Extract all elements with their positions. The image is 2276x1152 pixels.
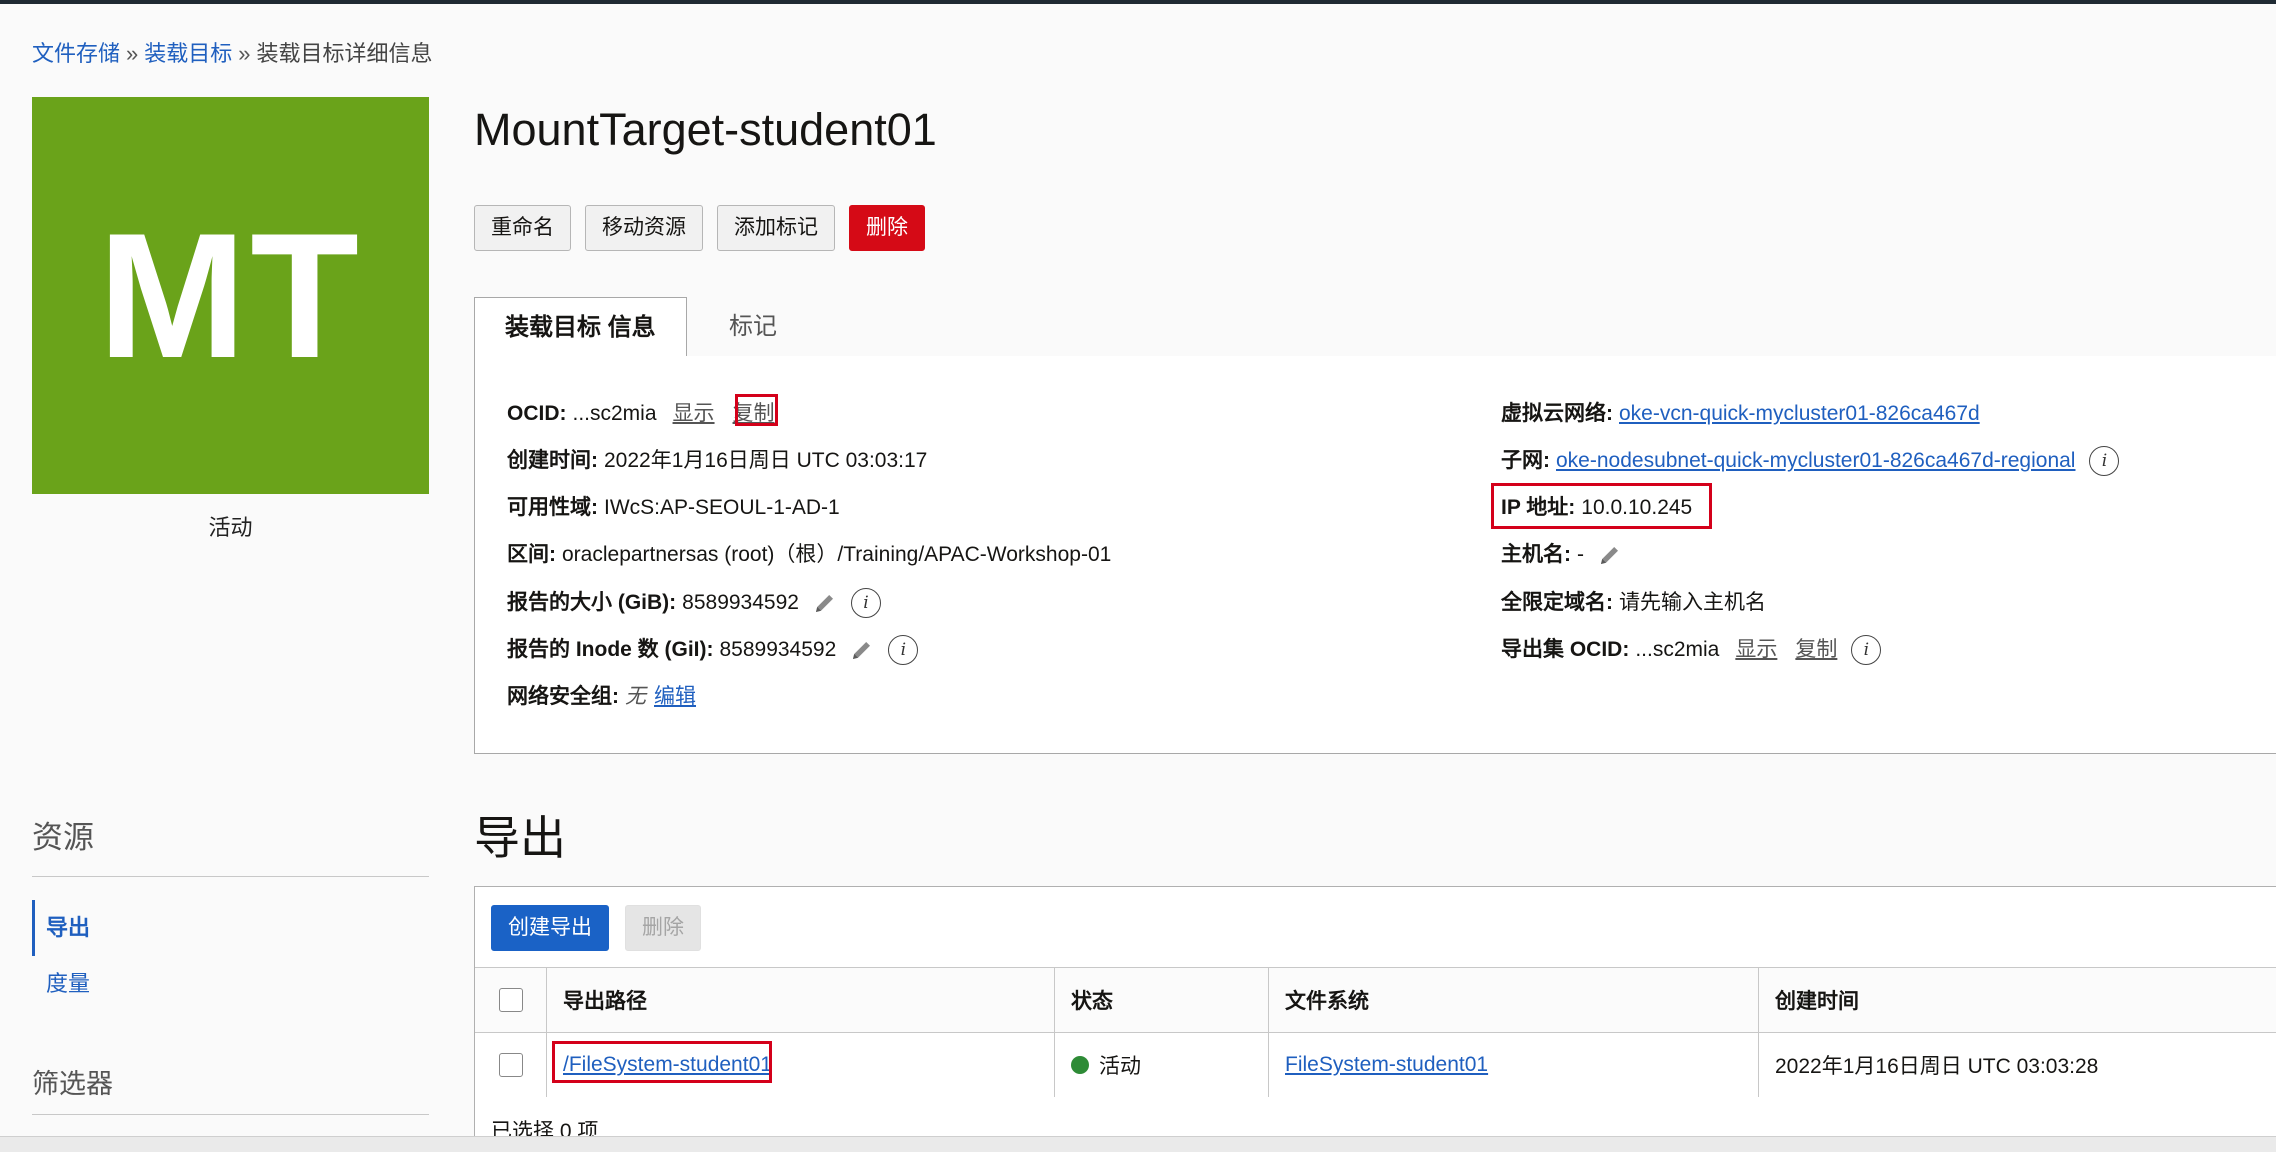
exports-title: 导出	[474, 812, 566, 864]
create-export-button[interactable]: 创建导出	[491, 905, 609, 951]
export-set-row: 导出集 OCID: ...sc2mia 显示 复制 i	[1501, 635, 1882, 665]
highlight-box	[1491, 483, 1712, 529]
created-row: 创建时间: 2022年1月16日周日 UTC 03:03:17	[507, 446, 927, 476]
top-bar	[0, 0, 2276, 4]
exports-panel: 创建导出 删除 导出路径 状态 文件系统 创建时间 /FileSystem-st…	[474, 886, 2276, 1152]
column-header-created[interactable]: 创建时间	[1759, 968, 2276, 1032]
status-text: 活动	[1099, 1055, 1141, 1078]
hostname-label: 主机名:	[1501, 543, 1571, 566]
compartment-value: oraclepartnersas (root)（根）/Training/APAC…	[562, 543, 1112, 566]
fqdn-label: 全限定域名:	[1501, 591, 1613, 614]
filters-title: 筛选器	[32, 1069, 113, 1099]
breadcrumb-separator: »	[126, 41, 139, 66]
created-value: 2022年1月16日周日 UTC 03:03:17	[604, 449, 928, 472]
badge-initials: MT	[97, 196, 363, 395]
tab-tags[interactable]: 标记	[699, 297, 807, 358]
export-set-show-link[interactable]: 显示	[1735, 635, 1777, 665]
size-label: 报告的大小 (GiB):	[507, 591, 677, 614]
status-cell: 活动	[1055, 1033, 1269, 1097]
hostname-value: -	[1577, 543, 1584, 566]
export-set-value: ...sc2mia	[1635, 638, 1720, 661]
edit-pencil-icon[interactable]	[850, 638, 874, 662]
status-dot-icon	[1071, 1056, 1089, 1074]
tab-mount-target-info[interactable]: 装载目标 信息	[474, 297, 687, 358]
action-bar: 重命名 移动资源 添加标记 删除	[474, 205, 925, 251]
info-icon[interactable]: i	[1851, 635, 1882, 665]
page-title: MountTarget-student01	[474, 104, 937, 155]
breadcrumb-file-storage[interactable]: 文件存储	[32, 41, 120, 66]
inode-row: 报告的 Inode 数 (GiI): 8589934592 i	[507, 635, 919, 665]
column-header-export-path[interactable]: 导出路径	[547, 968, 1055, 1032]
resources-nav: 导出 度量	[32, 900, 429, 1012]
fqdn-row: 全限定域名: 请先输入主机名	[1501, 588, 1766, 618]
file-system-link[interactable]: FileSystem-student01	[1285, 1053, 1488, 1077]
size-row: 报告的大小 (GiB): 8589934592 i	[507, 588, 881, 618]
vcn-row: 虚拟云网络: oke-vcn-quick-mycluster01-826ca46…	[1501, 399, 1980, 429]
ad-row: 可用性域: IWcS:AP-SEOUL-1-AD-1	[507, 493, 840, 523]
vcn-link[interactable]: oke-vcn-quick-mycluster01-826ca467d	[1619, 399, 1980, 429]
info-icon[interactable]: i	[888, 635, 919, 665]
ad-value: IWcS:AP-SEOUL-1-AD-1	[604, 496, 840, 519]
row-checkbox[interactable]	[498, 1053, 523, 1077]
column-header-status[interactable]: 状态	[1055, 968, 1269, 1032]
info-icon[interactable]: i	[850, 588, 881, 618]
select-all-cell	[475, 968, 547, 1032]
subnet-label: 子网:	[1501, 449, 1550, 472]
breadcrumb-current: 装载目标详细信息	[256, 41, 433, 66]
move-resource-button[interactable]: 移动资源	[585, 205, 703, 251]
highlight-box	[735, 394, 778, 426]
size-value: 8589934592	[682, 591, 799, 614]
created-label: 创建时间:	[507, 449, 598, 472]
breadcrumb-mount-targets[interactable]: 装载目标	[144, 41, 232, 66]
file-system-cell: FileSystem-student01	[1269, 1033, 1759, 1097]
compartment-label: 区间:	[507, 543, 556, 566]
vcn-label: 虚拟云网络:	[1501, 402, 1613, 425]
ocid-label: OCID:	[507, 402, 567, 425]
export-set-copy-link[interactable]: 复制	[1795, 635, 1837, 665]
ocid-value: ...sc2mia	[572, 402, 657, 425]
info-icon[interactable]: i	[2089, 446, 2120, 476]
edit-pencil-icon[interactable]	[813, 591, 837, 615]
divider	[32, 876, 429, 877]
created-cell: 2022年1月16日周日 UTC 03:03:28	[1775, 1055, 2099, 1078]
inode-label: 报告的 Inode 数 (GiI):	[507, 638, 714, 661]
divider	[32, 1114, 429, 1115]
breadcrumb: 文件存储» 装载目标» 装载目标详细信息	[32, 36, 433, 68]
exports-toolbar: 创建导出 删除	[491, 905, 701, 951]
bottom-bar	[0, 1136, 2276, 1152]
fqdn-value: 请先输入主机名	[1619, 591, 1766, 614]
add-tags-button[interactable]: 添加标记	[717, 205, 835, 251]
export-set-label: 导出集 OCID:	[1501, 638, 1630, 661]
row-select-cell	[475, 1033, 547, 1097]
ad-label: 可用性域:	[507, 496, 598, 519]
nsg-row: 网络安全组: 无 编辑	[507, 682, 696, 712]
resource-badge: MT	[32, 97, 429, 494]
highlight-box	[552, 1041, 772, 1083]
subnet-link[interactable]: oke-nodesubnet-quick-mycluster01-826ca46…	[1556, 446, 2075, 476]
ocid-show-link[interactable]: 显示	[673, 399, 715, 429]
breadcrumb-separator: »	[238, 41, 251, 66]
subnet-row: 子网: oke-nodesubnet-quick-mycluster01-826…	[1501, 446, 2120, 476]
table-header-row: 导出路径 状态 文件系统 创建时间	[475, 967, 2276, 1032]
inode-value: 8589934592	[719, 638, 837, 661]
delete-export-button: 删除	[625, 905, 701, 951]
nsg-label: 网络安全组:	[507, 685, 619, 708]
nsg-value: 无	[625, 685, 646, 708]
resources-item-metrics[interactable]: 度量	[32, 956, 429, 1012]
resources-title: 资源	[32, 820, 94, 855]
hostname-row: 主机名: -	[1501, 540, 1622, 570]
detail-tabs: 装载目标 信息 标记	[474, 297, 2276, 358]
compartment-row: 区间: oraclepartnersas (root)（根）/Training/…	[507, 540, 1111, 570]
column-header-file-system[interactable]: 文件系统	[1269, 968, 1759, 1032]
nsg-edit-link[interactable]: 编辑	[654, 682, 696, 712]
resources-item-exports[interactable]: 导出	[32, 900, 429, 956]
select-all-checkbox[interactable]	[498, 988, 523, 1012]
resource-status: 活动	[208, 515, 253, 540]
delete-button[interactable]: 删除	[849, 205, 925, 251]
rename-button[interactable]: 重命名	[474, 205, 571, 251]
edit-pencil-icon[interactable]	[1598, 543, 1622, 567]
mount-target-info-panel: OCID: ...sc2mia 显示 复制 创建时间: 2022年1月16日周日…	[474, 356, 2276, 754]
